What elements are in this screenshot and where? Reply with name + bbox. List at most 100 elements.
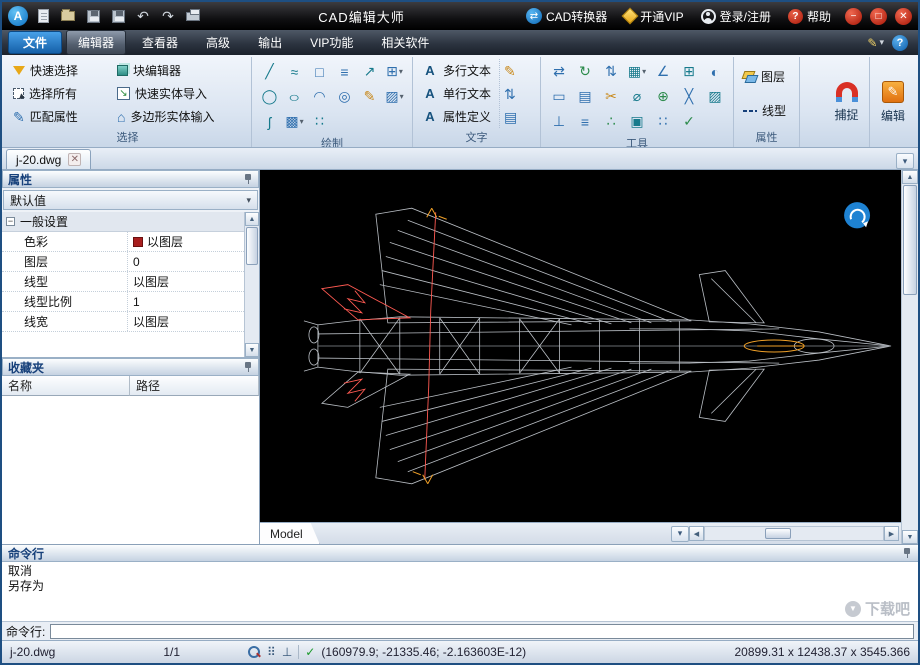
dynamic-input-check-icon[interactable]: ✓ — [305, 645, 315, 659]
redo-button[interactable]: ↷ — [158, 6, 178, 26]
rect-array-tool-icon[interactable]: ▭ — [546, 84, 572, 109]
match-properties-button[interactable]: ✎ 匹配属性 — [9, 107, 113, 126]
multiline-text-button[interactable]: A 多行文本 — [418, 61, 495, 80]
multiline-tool-icon[interactable]: ≡ — [332, 59, 357, 84]
arc-tool-icon[interactable]: ◠ — [307, 84, 332, 109]
edit-button[interactable]: ✎ 编辑 — [870, 57, 916, 147]
gradient-tool-dropdown[interactable]: ▩ ▾ — [282, 109, 307, 134]
maximize-button[interactable]: □ — [870, 7, 887, 25]
v-scroll-track[interactable] — [902, 296, 918, 530]
polyline-tool-icon[interactable]: ≈ — [282, 59, 307, 84]
align-tool-icon[interactable]: ▤ — [572, 84, 598, 109]
scroll-down-icon[interactable]: ▼ — [902, 530, 918, 544]
property-row-linetype[interactable]: 线型 以图层 — [2, 272, 244, 292]
model-tab[interactable]: Model — [260, 523, 320, 544]
login-link[interactable]: 登录/注册 — [700, 8, 771, 25]
attribute-define-button[interactable]: A 属性定义 — [418, 107, 495, 126]
spline-tool-icon[interactable]: ʃ — [257, 109, 282, 134]
sketch-tool-icon[interactable]: ✎ — [357, 84, 382, 109]
hatch-tool-dropdown[interactable]: ▨ ▾ — [382, 84, 407, 109]
scroll-up-icon[interactable]: ▲ — [902, 170, 918, 184]
layer-button[interactable]: 图层 — [739, 67, 794, 86]
new-file-button[interactable] — [33, 6, 53, 26]
text-edit-icon[interactable]: ✎ — [504, 64, 517, 78]
minimize-button[interactable]: − — [845, 7, 862, 25]
drawing-canvas[interactable] — [260, 170, 901, 522]
scrollbar-track[interactable] — [245, 266, 259, 343]
ellipse-tool-icon[interactable]: ○ — [282, 84, 307, 109]
angle-tool-icon[interactable]: ∠ — [650, 59, 676, 84]
pin-icon[interactable] — [243, 361, 253, 373]
strip-expand-icon[interactable]: ▾ — [671, 525, 689, 542]
tab-list-dropdown-icon[interactable]: ▾ — [896, 153, 914, 169]
h-scroll-track[interactable] — [704, 526, 884, 541]
scroll-right-icon[interactable]: ▶ — [884, 526, 899, 541]
menu-file-button[interactable]: 文件 — [8, 31, 63, 54]
tab-editor[interactable]: 编辑器 — [66, 30, 127, 55]
tab-vip-features[interactable]: VIP功能 — [298, 30, 365, 55]
mirror-tool-icon[interactable]: ◐ — [702, 59, 728, 84]
favorites-path-column[interactable]: 路径 — [130, 376, 259, 396]
ortho-status-icon[interactable]: ⊥ — [282, 645, 292, 659]
doc-tab-j20[interactable]: j-20.dwg ✕ — [6, 149, 92, 169]
measure-tool-icon[interactable]: ∴ — [598, 109, 624, 134]
ortho-tool-icon[interactable]: ⊥ — [546, 109, 572, 134]
tab-advanced[interactable]: 高级 — [194, 30, 242, 55]
divide-tool-icon[interactable]: ∷ — [650, 109, 676, 134]
scroll-down-icon[interactable]: ▼ — [245, 343, 259, 357]
print-button[interactable] — [183, 6, 203, 26]
diameter-tool-icon[interactable]: ⌀ — [624, 84, 650, 109]
donut-tool-icon[interactable]: ◎ — [332, 84, 357, 109]
canvas-refresh-badge[interactable] — [844, 202, 871, 229]
line-tool-icon[interactable]: ╱ — [257, 59, 282, 84]
quick-entity-import-button[interactable]: ↘ 快速实体导入 — [113, 84, 218, 103]
block-editor-button[interactable]: 块编辑器 — [113, 61, 218, 80]
ray-tool-icon[interactable]: ↗ — [357, 59, 382, 84]
favorites-list[interactable] — [2, 396, 259, 544]
property-group-row[interactable]: − 一般设置 — [2, 212, 244, 232]
property-row-color[interactable]: 色彩 以图层 — [2, 232, 244, 252]
property-row-layer[interactable]: 图层 0 — [2, 252, 244, 272]
property-grid-scrollbar[interactable]: ▲ ▼ — [244, 212, 259, 357]
snap-button[interactable]: 捕捉 — [824, 57, 870, 147]
text-align-icon[interactable]: ▤ — [504, 110, 517, 124]
point-tool-icon[interactable]: ∷ — [307, 109, 332, 134]
tab-viewer[interactable]: 查看器 — [130, 30, 190, 55]
scroll-left-icon[interactable]: ◀ — [689, 526, 704, 541]
customize-button[interactable]: ✎ ▾ — [867, 36, 884, 50]
vertical-scrollbar[interactable]: ▲ ▼ — [901, 170, 918, 544]
favorites-name-column[interactable]: 名称 — [2, 376, 130, 396]
tab-related-software[interactable]: 相关软件 — [369, 30, 441, 55]
zoom-status-icon[interactable] — [248, 645, 261, 659]
array-tool-dropdown[interactable]: ▦ ▾ — [624, 59, 650, 84]
help-link[interactable]: ? 帮助 — [787, 8, 831, 25]
check-tool-icon[interactable]: ✓ — [676, 109, 702, 134]
vip-link[interactable]: 开通VIP — [621, 7, 684, 25]
hatch-edit-tool-icon[interactable]: ▨ — [702, 84, 728, 109]
command-history[interactable]: 取消 另存为 ▼ 下载吧 — [2, 562, 918, 621]
property-row-lineweight[interactable]: 线宽 以图层 — [2, 312, 244, 332]
select-all-button[interactable]: 选择所有 — [9, 84, 113, 103]
grid-tool-dropdown[interactable]: ⊞ ▾ — [382, 59, 407, 84]
open-file-button[interactable] — [58, 6, 78, 26]
horizontal-scrollbar[interactable]: ◀ ▶ — [689, 526, 899, 542]
menubar-help-button[interactable]: ? — [892, 34, 908, 51]
snap-grid-tool-icon[interactable]: ⊞ — [676, 59, 702, 84]
rectangle-tool-icon[interactable]: □ — [307, 59, 332, 84]
multiline-edit-tool-icon[interactable]: ≡ — [572, 109, 598, 134]
tab-output[interactable]: 输出 — [246, 30, 294, 55]
property-row-ltscale[interactable]: 线型比例 1 — [2, 292, 244, 312]
undo-button[interactable]: ↶ — [133, 6, 153, 26]
circle-tool-icon[interactable]: ◯ — [257, 84, 282, 109]
quick-select-button[interactable]: 快速选择 — [9, 61, 113, 80]
polygon-entity-import-button[interactable]: ⌂ 多边形实体输入 — [113, 107, 218, 126]
stretch-tool-icon[interactable]: ⇅ — [598, 59, 624, 84]
v-scroll-thumb[interactable] — [903, 185, 917, 295]
h-scroll-thumb[interactable] — [765, 528, 791, 539]
region-tool-icon[interactable]: ▣ — [624, 109, 650, 134]
pin-icon[interactable] — [902, 547, 912, 559]
join-tool-icon[interactable]: ⊕ — [650, 84, 676, 109]
close-button[interactable]: ✕ — [895, 7, 912, 25]
rotate-tool-icon[interactable]: ↻ — [572, 59, 598, 84]
pin-icon[interactable] — [243, 173, 253, 185]
